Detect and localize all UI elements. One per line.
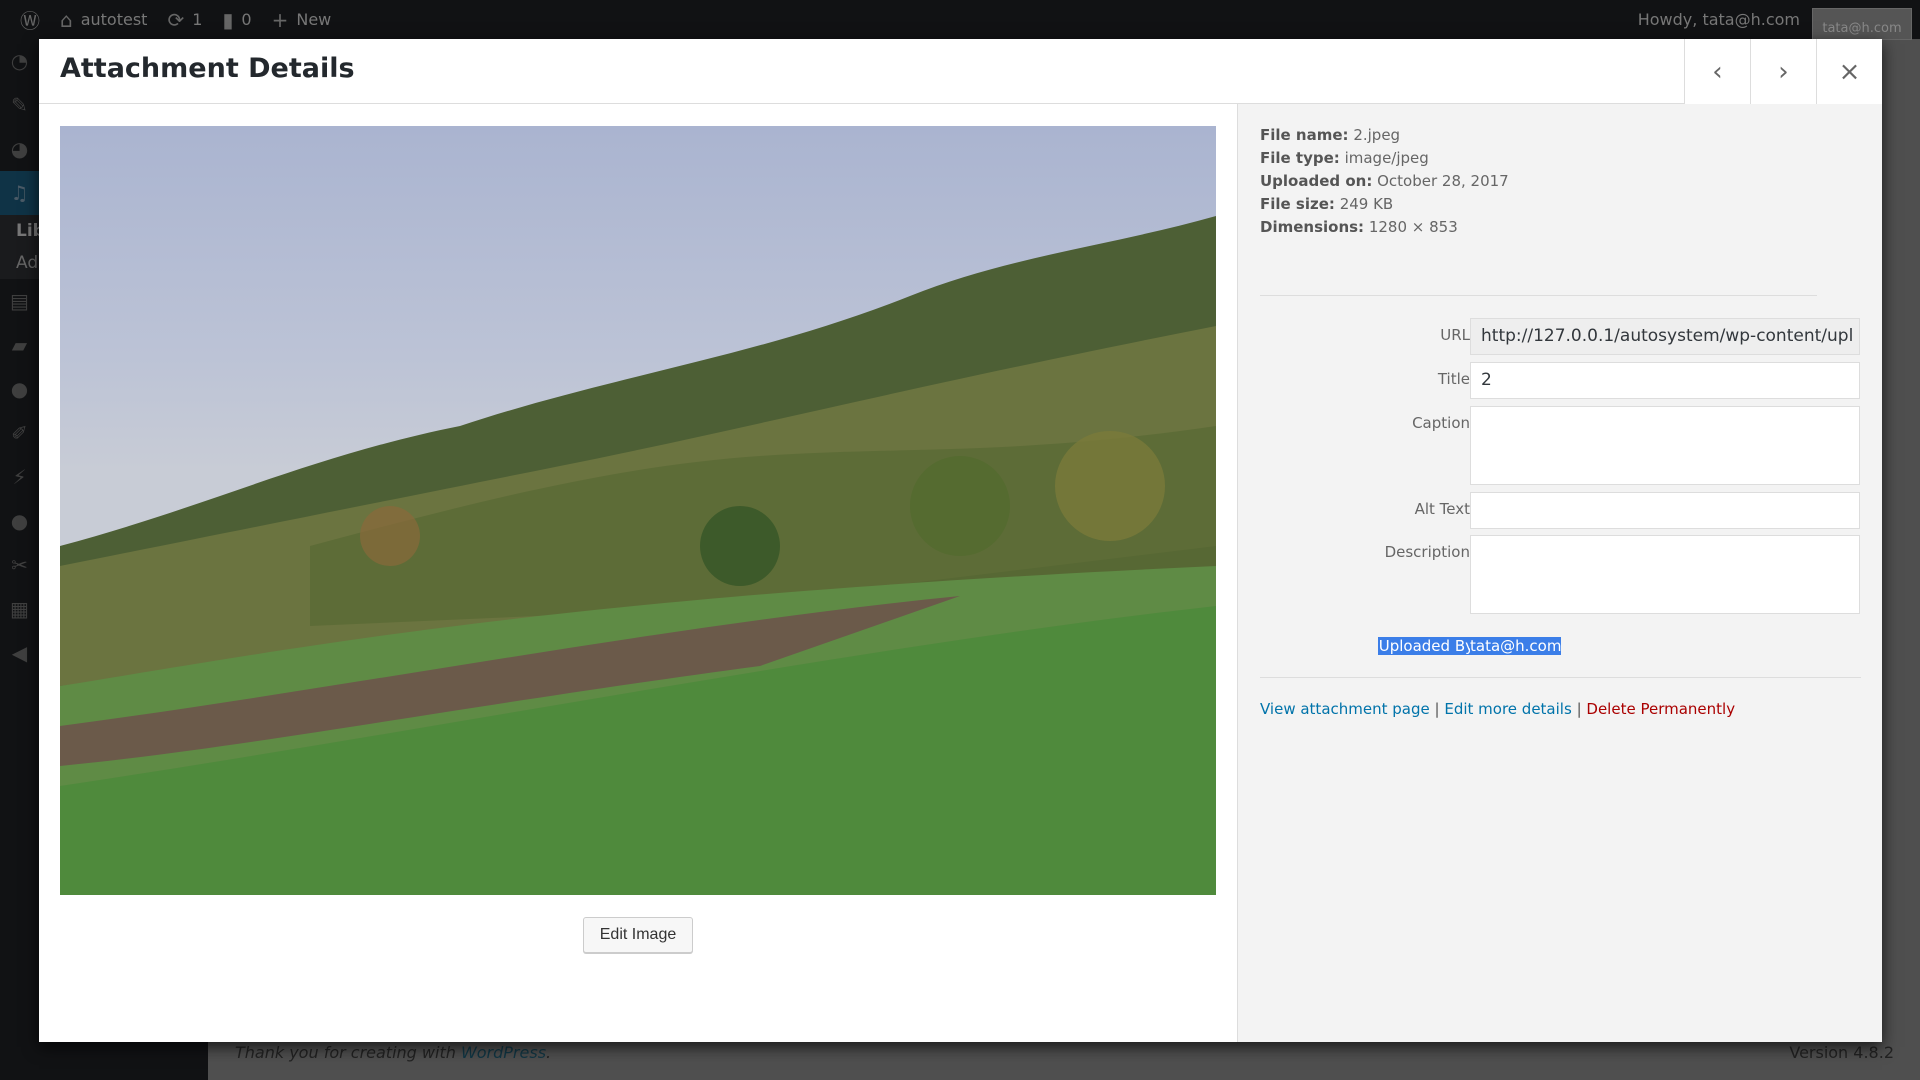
footer-end: . bbox=[546, 1043, 552, 1062]
divider bbox=[1260, 295, 1817, 296]
new-label: New bbox=[296, 10, 332, 29]
meta-dimensions: Dimensions: 1280 × 853 bbox=[1260, 218, 1458, 236]
footer-thanks: Thank you for creating with WordPress. bbox=[235, 1043, 551, 1062]
media-icon[interactable]: ♫ bbox=[0, 171, 39, 215]
meta-uploaded-on: Uploaded on: October 28, 2017 bbox=[1260, 172, 1509, 190]
dashboard-icon[interactable]: ◔ bbox=[0, 39, 39, 83]
close-button[interactable]: × bbox=[1816, 39, 1882, 104]
howdy-user[interactable]: Howdy, tata@h.com bbox=[1638, 10, 1800, 29]
refresh-icon: ⟳ bbox=[167, 7, 185, 32]
new-content-link[interactable]: + New bbox=[272, 8, 332, 32]
delete-permanently-link[interactable]: Delete Permanently bbox=[1586, 700, 1735, 718]
meta-file-name: File name: 2.jpeg bbox=[1260, 126, 1401, 144]
plugins-icon[interactable]: ⚡ bbox=[0, 455, 39, 499]
user-icon[interactable]: ● bbox=[0, 367, 39, 411]
chart-icon[interactable]: ◕ bbox=[0, 127, 39, 171]
site-name: autotest bbox=[80, 10, 148, 29]
view-attachment-page-link[interactable]: View attachment page bbox=[1260, 700, 1430, 718]
uploaded-by-label: Uploaded By bbox=[1377, 637, 1475, 655]
updates-count: 1 bbox=[192, 10, 203, 29]
home-icon: ⌂ bbox=[60, 7, 73, 32]
edit-image-button[interactable]: Edit Image bbox=[583, 917, 693, 953]
separator: | bbox=[1434, 700, 1440, 718]
file-meta: File name: 2.jpeg File type: image/jpeg … bbox=[1260, 124, 1509, 239]
admin-bar: Ⓦ ⌂ autotest ⟳ 1 ▮ 0 + New Howdy, tata@h.com… bbox=[0, 0, 1920, 40]
meta-file-type: File type: image/jpeg bbox=[1260, 149, 1429, 167]
caption-textarea[interactable] bbox=[1470, 406, 1860, 485]
next-button[interactable]: › bbox=[1750, 39, 1816, 104]
avatar[interactable]: tata@h.com bbox=[1812, 8, 1912, 40]
caption-label: Caption bbox=[1412, 414, 1470, 432]
updates-link[interactable]: ⟳ 1 bbox=[167, 8, 202, 32]
comments-link[interactable]: ▮ 0 bbox=[222, 8, 251, 32]
wordpress-link[interactable]: WordPress bbox=[461, 1043, 546, 1062]
comments-count: 0 bbox=[241, 10, 252, 29]
comments-icon[interactable]: ▰ bbox=[0, 323, 39, 367]
comment-icon: ▮ bbox=[222, 7, 234, 32]
title-label: Title bbox=[1437, 370, 1470, 388]
chevron-left-icon: ‹ bbox=[1712, 56, 1723, 87]
previous-button[interactable]: ‹ bbox=[1684, 39, 1750, 104]
attachment-actions: View attachment page | Edit more details… bbox=[1260, 700, 1735, 718]
modal-title: Attachment Details bbox=[60, 53, 355, 84]
pages-icon[interactable]: ▤ bbox=[0, 279, 39, 323]
plus-icon: + bbox=[271, 7, 289, 32]
url-field[interactable]: http://127.0.0.1/autosystem/wp-content/u… bbox=[1470, 318, 1860, 355]
edit-more-details-link[interactable]: Edit more details bbox=[1444, 700, 1571, 718]
landscape-photo bbox=[60, 216, 1216, 895]
modal-header: Attachment Details ‹ › × bbox=[39, 39, 1882, 104]
users-icon[interactable]: ● bbox=[0, 499, 39, 543]
site-link[interactable]: ⌂ autotest bbox=[60, 8, 147, 32]
settings-icon[interactable]: ▦ bbox=[0, 587, 39, 631]
alt-text-field[interactable] bbox=[1470, 492, 1860, 529]
collapse-icon[interactable]: ◀ bbox=[0, 631, 39, 675]
attachment-image bbox=[60, 126, 1216, 895]
tools-icon[interactable]: ✂ bbox=[0, 543, 39, 587]
divider bbox=[1260, 677, 1861, 678]
alt-text-label: Alt Text bbox=[1414, 500, 1470, 518]
attachment-details-modal: Attachment Details ‹ › × Edit Image File… bbox=[39, 39, 1882, 1042]
chevron-right-icon: › bbox=[1778, 56, 1789, 87]
posts-pin-icon[interactable]: ✎ bbox=[0, 83, 39, 127]
footer-text: Thank you for creating with bbox=[235, 1043, 461, 1062]
image-preview-area: Edit Image bbox=[39, 104, 1237, 1042]
wordpress-logo-icon[interactable]: Ⓦ bbox=[20, 5, 40, 34]
appearance-icon[interactable]: ✐ bbox=[0, 411, 39, 455]
uploaded-by-value: tata@h.com bbox=[1470, 637, 1562, 655]
version: Version 4.8.2 bbox=[1789, 1043, 1894, 1062]
close-icon: × bbox=[1838, 56, 1861, 87]
url-label: URL bbox=[1440, 326, 1470, 344]
separator: | bbox=[1576, 700, 1582, 718]
description-textarea[interactable] bbox=[1470, 535, 1860, 614]
meta-file-size: File size: 249 KB bbox=[1260, 195, 1394, 213]
attachment-info-panel: File name: 2.jpeg File type: image/jpeg … bbox=[1237, 104, 1882, 1042]
description-label: Description bbox=[1384, 543, 1470, 561]
title-field[interactable]: 2 bbox=[1470, 362, 1860, 399]
